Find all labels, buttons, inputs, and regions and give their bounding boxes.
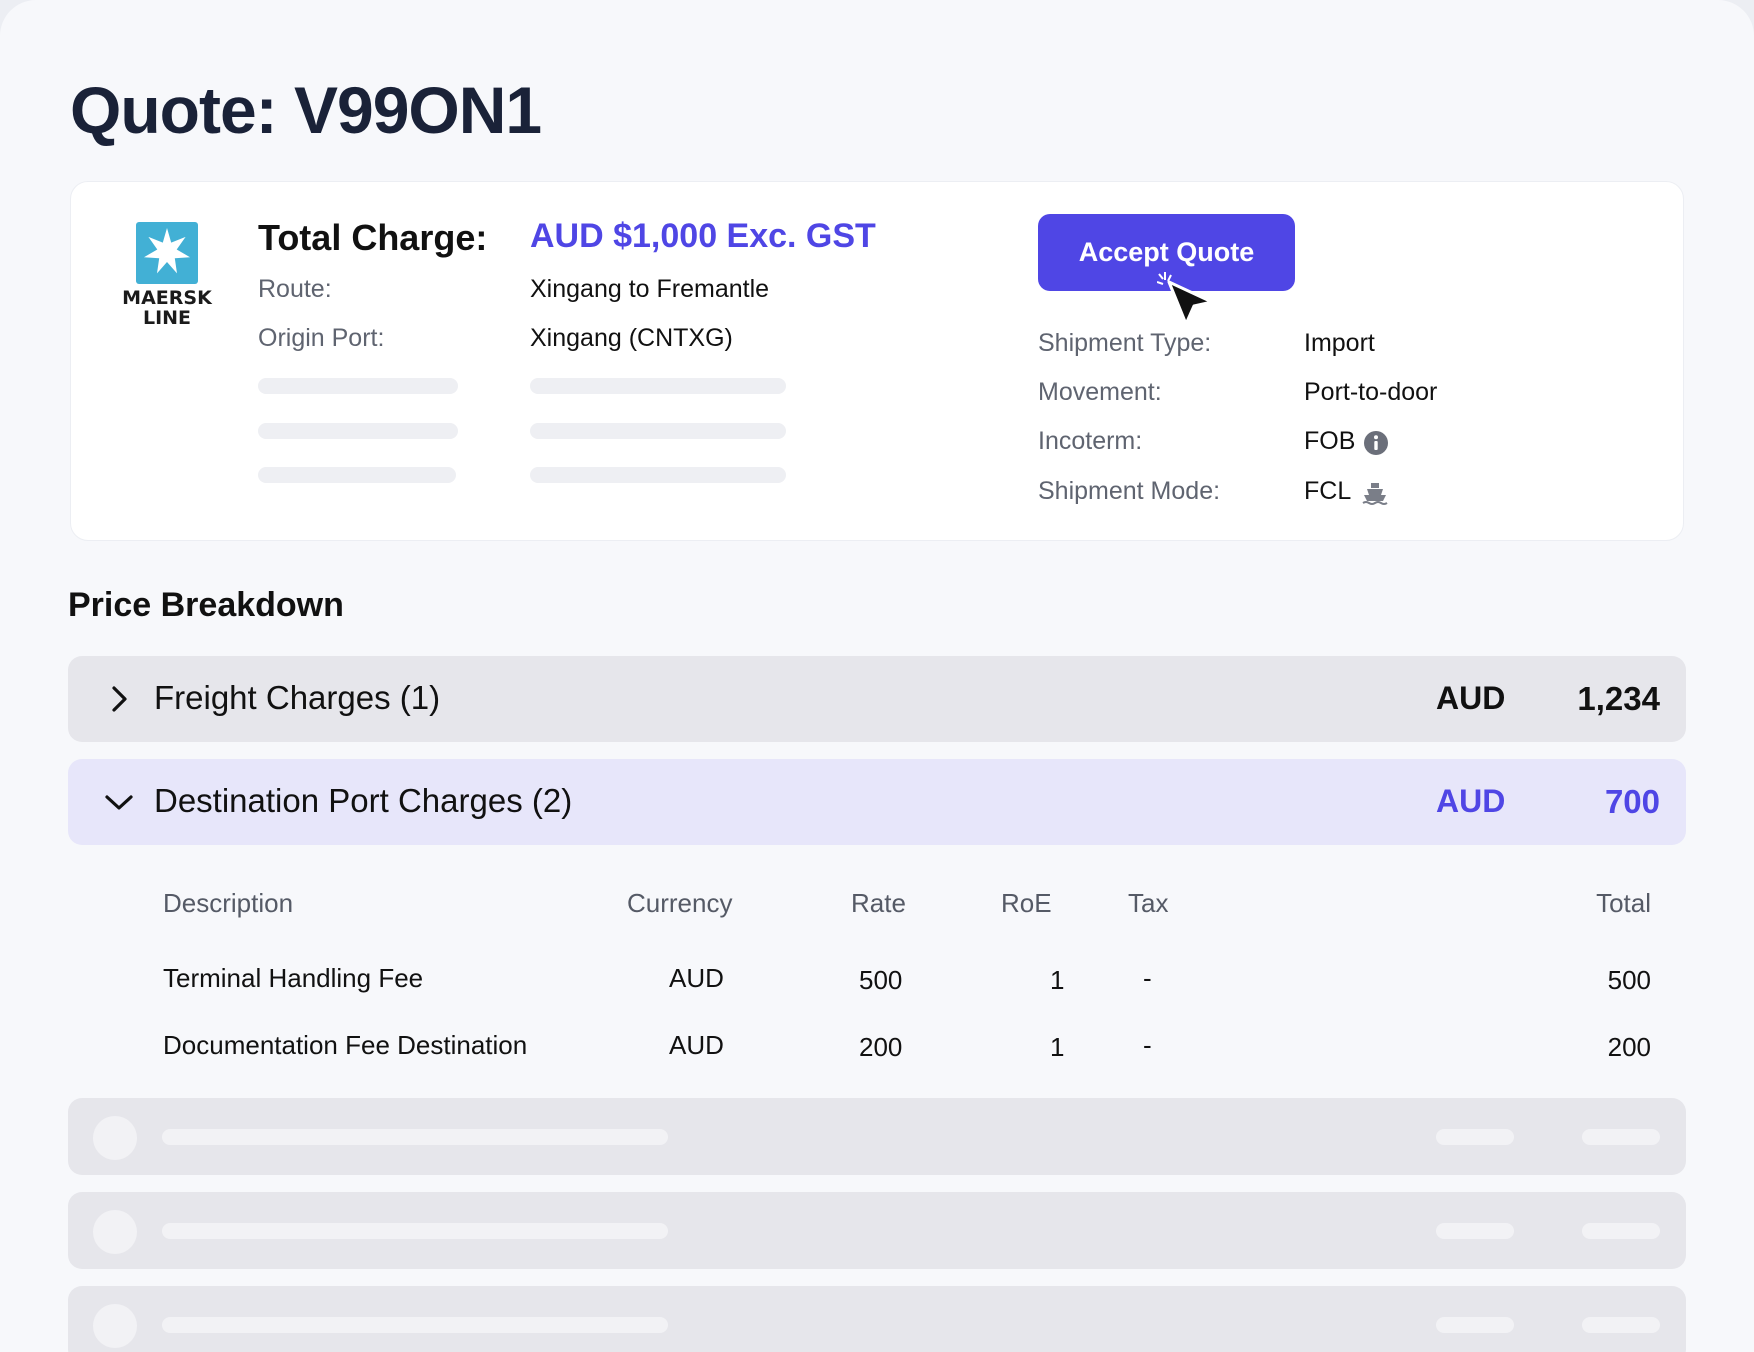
row-rate: 500: [859, 965, 903, 995]
row-total: 200: [1607, 1032, 1651, 1062]
skeleton-line: [1436, 1317, 1514, 1333]
row-roe: 1: [1050, 965, 1065, 995]
row-total: 500: [1607, 965, 1651, 995]
chevron-down-icon: [104, 787, 134, 817]
total-charge-value: AUD $1,000 Exc. GST: [530, 217, 876, 255]
row-tax: -: [1143, 963, 1152, 993]
carrier-logo-text: MAERSK LINE: [122, 287, 212, 329]
column-header-currency: Currency: [627, 888, 733, 918]
shipment-mode-label: Shipment Mode:: [1038, 477, 1221, 505]
carrier-logo: MAERSK LINE: [102, 218, 232, 338]
route-value: Xingang to Fremantle: [530, 275, 770, 303]
price-breakdown-title: Price Breakdown: [68, 586, 344, 624]
ship-icon: [1361, 480, 1389, 511]
destination-port-charges-amount: 700: [1604, 783, 1660, 820]
skeleton-line: [162, 1129, 668, 1145]
star-icon: [136, 222, 198, 284]
movement-label: Movement:: [1038, 378, 1162, 406]
quote-page: Quote: V99ON1 MAERSK LINE Total Charge: …: [0, 0, 1754, 1352]
incoterm-label: Incoterm:: [1038, 427, 1143, 455]
skeleton-line: [1436, 1129, 1514, 1145]
destination-port-charges-row[interactable]: Destination Port Charges (2) AUD 700: [68, 759, 1686, 845]
column-header-tax: Tax: [1128, 888, 1169, 918]
skeleton-line: [258, 378, 458, 394]
skeleton-line: [530, 467, 786, 483]
column-header-description: Description: [163, 888, 294, 918]
skeleton-line: [1436, 1223, 1514, 1239]
quote-summary-card: MAERSK LINE Total Charge: AUD $1,000 Exc…: [70, 181, 1684, 541]
loading-placeholder-row: [68, 1098, 1686, 1175]
skeleton-circle: [93, 1304, 137, 1348]
row-rate: 200: [859, 1032, 903, 1062]
skeleton-circle: [93, 1210, 137, 1254]
shipment-type-value: Import: [1304, 329, 1375, 357]
skeleton-line: [258, 423, 458, 439]
freight-charges-row[interactable]: Freight Charges (1) AUD 1,234: [68, 656, 1686, 742]
skeleton-line: [162, 1317, 668, 1333]
shipment-mode-value: FCL: [1304, 477, 1352, 505]
skeleton-line: [530, 378, 786, 394]
origin-port-label: Origin Port:: [258, 324, 385, 352]
column-header-roe: RoE: [1001, 888, 1052, 918]
skeleton-circle: [93, 1116, 137, 1160]
destination-port-charges-currency: AUD: [1436, 783, 1506, 819]
destination-port-charges-title: Destination Port Charges (2): [154, 782, 573, 819]
incoterm-value: FOB: [1304, 427, 1356, 455]
loading-placeholder-row: [68, 1286, 1686, 1352]
loading-placeholder-row: [68, 1192, 1686, 1269]
freight-charges-amount: 1,234: [1577, 680, 1660, 717]
row-currency: AUD: [669, 963, 724, 993]
movement-value: Port-to-door: [1304, 378, 1438, 406]
skeleton-line: [258, 467, 456, 483]
column-header-rate: Rate: [851, 888, 906, 918]
freight-charges-title: Freight Charges (1): [154, 679, 441, 716]
row-description: Documentation Fee Destination: [163, 1030, 528, 1060]
mouse-cursor-icon: [1156, 272, 1217, 342]
row-tax: -: [1143, 1030, 1152, 1060]
skeleton-line: [162, 1223, 668, 1239]
skeleton-line: [1582, 1317, 1660, 1333]
chevron-right-icon: [104, 684, 134, 714]
route-label: Route:: [258, 275, 332, 303]
page-title: Quote: V99ON1: [70, 73, 542, 147]
row-currency: AUD: [669, 1030, 724, 1060]
skeleton-line: [530, 423, 786, 439]
row-roe: 1: [1050, 1032, 1065, 1062]
total-charge-label: Total Charge:: [258, 217, 488, 258]
skeleton-line: [1582, 1129, 1660, 1145]
column-header-total: Total: [1596, 888, 1651, 918]
freight-charges-currency: AUD: [1436, 680, 1506, 716]
row-description: Terminal Handling Fee: [163, 963, 424, 993]
info-icon[interactable]: [1363, 430, 1389, 461]
skeleton-line: [1582, 1223, 1660, 1239]
origin-port-value: Xingang (CNTXG): [530, 324, 733, 352]
